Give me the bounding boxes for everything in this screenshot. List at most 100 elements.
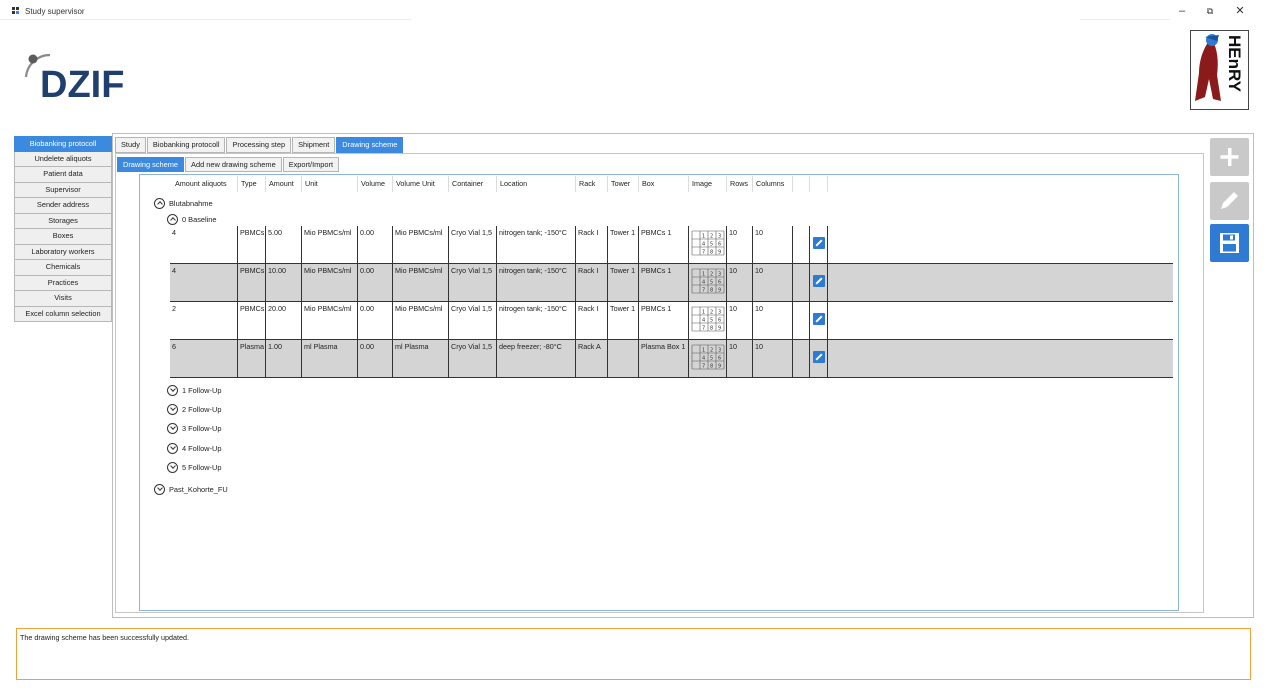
subtab-add-new-drawing-scheme[interactable]: Add new drawing scheme	[185, 157, 282, 172]
tab-study[interactable]: Study	[115, 137, 146, 153]
subtab-drawing-scheme[interactable]: Drawing scheme	[117, 157, 185, 172]
column-header-amount[interactable]: Amount	[266, 176, 302, 192]
grid-digit: 9	[718, 250, 721, 256]
column-header-volume[interactable]: Volume	[358, 176, 393, 192]
sidebar-item-undelete-aliquots[interactable]: Undelete aliquots	[14, 151, 112, 167]
table-row[interactable]: 6 Plasma 1.00 ml Plasma 0.00 ml Plasma C…	[170, 340, 1173, 378]
grid-digit: 8	[710, 326, 713, 332]
expand-icon[interactable]	[167, 422, 178, 434]
grid-digit: 8	[710, 364, 713, 370]
sidebar-item-chemicals[interactable]: Chemicals	[14, 260, 112, 276]
cell-columns: 10	[753, 340, 793, 377]
tree-node-past-kohorte-fu[interactable]: Past_Kohorte_FU	[154, 482, 228, 496]
cell-columns: 10	[753, 226, 793, 263]
status-message: The drawing scheme has been successfully…	[20, 633, 190, 642]
expand-icon[interactable]	[154, 483, 165, 495]
cell-tower: Tower 1	[608, 264, 639, 301]
expand-icon[interactable]	[167, 384, 178, 396]
expand-icon[interactable]	[167, 442, 178, 454]
tree-node-follow-up-3[interactable]: 3 Follow-Up	[167, 421, 221, 435]
status-message-box: The drawing scheme has been successfully…	[16, 628, 1251, 680]
minimize-button[interactable]: –	[1172, 3, 1192, 19]
table-row[interactable]: 2 PBMCs 20.00 Mio PBMCs/ml 0.00 Mio PBMC…	[170, 302, 1173, 340]
cell-unit: Mio PBMCs/ml	[302, 302, 358, 339]
grid-digit: 5	[710, 242, 713, 248]
henry-logo-text: HEnRY	[1225, 35, 1244, 93]
cell-volume: 0.00	[358, 226, 393, 263]
column-header-image[interactable]: Image	[689, 176, 727, 192]
column-header-container[interactable]: Container	[449, 176, 497, 192]
add-button[interactable]	[1210, 138, 1249, 176]
cell-amount-aliquots: 2	[170, 302, 238, 339]
tree-node-blutabnahme[interactable]: Blutabnahme	[154, 196, 213, 210]
sidebar-item-excel-column-selection[interactable]: Excel column selection	[14, 306, 112, 322]
dzif-logo: DZIF	[20, 45, 140, 106]
cell-unit: Mio PBMCs/ml	[302, 264, 358, 301]
table-row[interactable]: 4 PBMCs 10.00 Mio PBMCs/ml 0.00 Mio PBMC…	[170, 264, 1173, 302]
close-button[interactable]: ✕	[1230, 3, 1250, 19]
cell-location: nitrogen tank; -150°C	[497, 302, 576, 339]
grid-digit: 4	[702, 356, 705, 362]
column-header-box[interactable]: Box	[639, 176, 689, 192]
grid-digit: 7	[702, 250, 705, 256]
collapse-icon[interactable]	[154, 197, 165, 209]
column-header-location[interactable]: Location	[497, 176, 576, 192]
tree-node-label: 5 Follow-Up	[182, 462, 222, 472]
cell-location: deep freezer; -80°C	[497, 340, 576, 377]
column-header-volume-unit[interactable]: Volume Unit	[393, 176, 449, 192]
cell-rows: 10	[727, 226, 753, 263]
tab-drawing-scheme[interactable]: Drawing scheme	[336, 137, 404, 153]
cell-container: Cryo Vial 1,5	[449, 264, 497, 301]
cell-type: Plasma	[238, 340, 266, 377]
collapse-icon[interactable]	[167, 213, 178, 225]
tab-biobanking-protocoll[interactable]: Biobanking protocoll	[146, 137, 226, 153]
sidebar-item-storages[interactable]: Storages	[14, 213, 112, 229]
tree-node-follow-up-5[interactable]: 5 Follow-Up	[167, 460, 221, 474]
tree-node-label: 0 Baseline	[182, 214, 217, 224]
column-header-rack[interactable]: Rack	[576, 176, 608, 192]
sidebar-item-boxes[interactable]: Boxes	[14, 229, 112, 245]
sidebar-item-biobanking-protocoll[interactable]: Biobanking protocoll	[14, 136, 112, 152]
column-header-tower[interactable]: Tower	[608, 176, 639, 192]
tree-node-label: 2 Follow-Up	[182, 404, 222, 414]
sidebar-item-sender-address[interactable]: Sender address	[14, 198, 112, 214]
sidebar-item-practices[interactable]: Practices	[14, 275, 112, 291]
edit-row-button[interactable]	[813, 237, 825, 249]
subtab-export-import[interactable]: Export/Import	[282, 157, 340, 172]
cell-type: PBMCs	[238, 264, 266, 301]
edit-button[interactable]	[1210, 182, 1249, 220]
restore-button[interactable]: ⧉	[1200, 3, 1220, 19]
sidebar-item-visits[interactable]: Visits	[14, 291, 112, 307]
tree-node-baseline[interactable]: 0 Baseline	[167, 212, 217, 226]
column-header-type[interactable]: Type	[238, 176, 266, 192]
cell-tower: Tower 1	[608, 302, 639, 339]
column-header-blank-1[interactable]	[793, 176, 810, 192]
expand-icon[interactable]	[167, 461, 178, 473]
cell-tower: Tower 1	[608, 226, 639, 263]
save-button[interactable]	[1210, 224, 1249, 262]
tree-node-follow-up-4[interactable]: 4 Follow-Up	[167, 441, 221, 455]
column-header-blank-2[interactable]	[810, 176, 828, 192]
column-header-amount-aliquots[interactable]: Amount aliquots	[172, 176, 238, 192]
edit-row-button[interactable]	[813, 313, 825, 325]
column-header-rows[interactable]: Rows	[727, 176, 753, 192]
cell-image: 123 456 789	[689, 226, 727, 263]
sidebar-item-patient-data[interactable]: Patient data	[14, 167, 112, 183]
tree-node-follow-up-1[interactable]: 1 Follow-Up	[167, 383, 221, 397]
cell-amount: 20.00	[266, 302, 302, 339]
tree-node-follow-up-2[interactable]: 2 Follow-Up	[167, 402, 221, 416]
tab-shipment[interactable]: Shipment	[292, 137, 336, 153]
grid-digit: 5	[710, 280, 713, 286]
column-header-unit[interactable]: Unit	[302, 176, 358, 192]
sidebar-item-laboratory-workers[interactable]: Laboratory workers	[14, 244, 112, 260]
cell-volume: 0.00	[358, 340, 393, 377]
grid-digit: 2	[710, 348, 713, 354]
edit-row-button[interactable]	[813, 351, 825, 363]
sidebar-item-supervisor[interactable]: Supervisor	[14, 182, 112, 198]
column-header-columns[interactable]: Columns	[753, 176, 793, 192]
table-row[interactable]: 4 PBMCs 5.00 Mio PBMCs/ml 0.00 Mio PBMCs…	[170, 226, 1173, 264]
grid-digit: 9	[718, 326, 721, 332]
tab-processing-step[interactable]: Processing step	[226, 137, 292, 153]
expand-icon[interactable]	[167, 403, 178, 415]
edit-row-button[interactable]	[813, 275, 825, 287]
